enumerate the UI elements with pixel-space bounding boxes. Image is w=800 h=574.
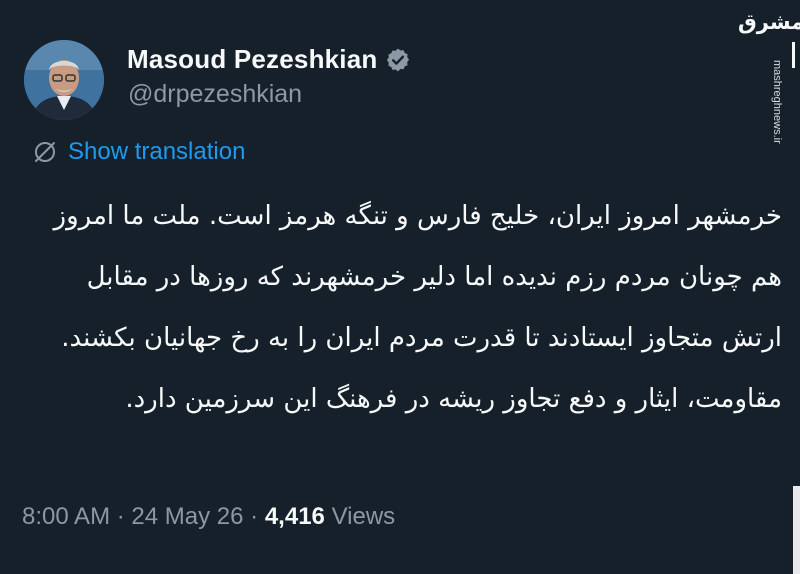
tweet-time[interactable]: 8:00 AM bbox=[22, 503, 110, 530]
watermark-divider bbox=[792, 42, 795, 68]
meta-separator: · bbox=[250, 503, 259, 530]
tweet-card: Masoud Pezeshkian @drpezeshkian Show tra… bbox=[0, 0, 800, 574]
watermark-site: mashreghnews.ir bbox=[771, 60, 783, 144]
scrollbar-thumb[interactable] bbox=[793, 486, 800, 574]
avatar-image bbox=[24, 40, 104, 120]
tweet-meta: 8:00 AM · 24 May 26 · 4,416 Views bbox=[22, 503, 395, 531]
show-translation-button[interactable]: Show translation bbox=[32, 138, 245, 166]
views-label: Views bbox=[331, 503, 396, 530]
meta-separator: · bbox=[116, 503, 125, 530]
views-count: 4,416 bbox=[264, 503, 325, 530]
author-display-name[interactable]: Masoud Pezeshkian bbox=[127, 44, 377, 75]
watermark-logo: مشرق bbox=[738, 10, 800, 34]
tweet-paragraph: خرمشهر امروز ایران، خلیج فارس و تنگه هرم… bbox=[53, 201, 782, 353]
tweet-text: خرمشهر امروز ایران، خلیج فارس و تنگه هرم… bbox=[30, 186, 782, 430]
tweet-paragraph: مقاومت، ایثار و دفع تجاوز ریشه در فرهنگ … bbox=[125, 384, 782, 414]
watermark: مشرق mashreghnews.ir bbox=[728, 2, 800, 144]
author-name-row: Masoud Pezeshkian bbox=[127, 44, 411, 75]
tweet-date[interactable]: 24 May 26 bbox=[131, 503, 243, 530]
verified-badge-icon bbox=[385, 47, 411, 73]
show-translation-label[interactable]: Show translation bbox=[68, 138, 245, 166]
globe-slash-icon bbox=[32, 139, 58, 165]
author-handle[interactable]: @drpezeshkian bbox=[128, 80, 302, 109]
avatar[interactable] bbox=[24, 40, 104, 120]
